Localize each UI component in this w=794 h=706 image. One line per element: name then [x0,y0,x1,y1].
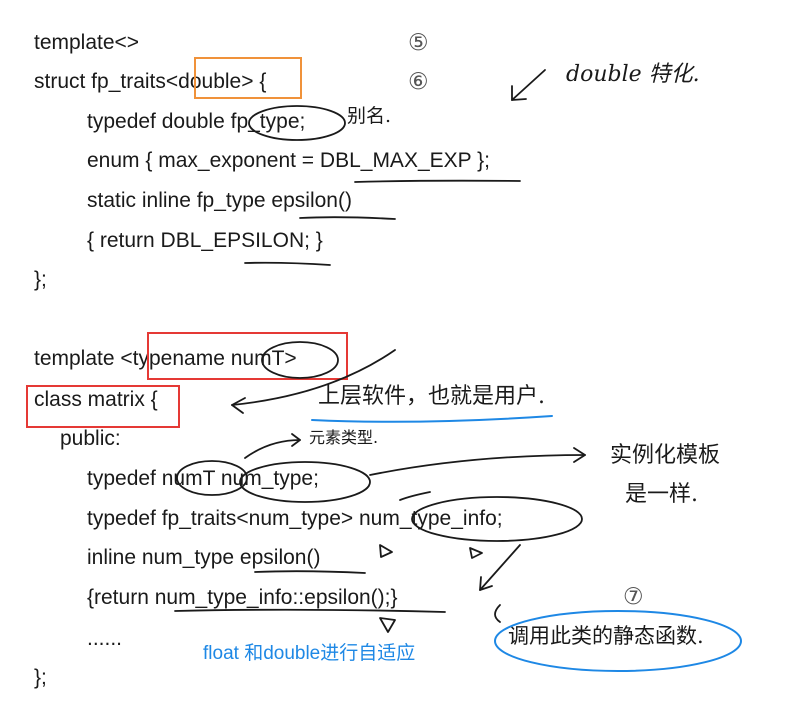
code-line-typedef-num-type-info: typedef fp_traits<num_type> num_type_inf… [87,507,503,530]
annotated-code-snippet: template<> struct fp_traits<double> { ty… [0,0,794,706]
ink-arrow-down-epsilon-head [479,576,493,591]
ink-arrow-down-epsilon [479,544,521,591]
orange-highlight-box [194,57,302,99]
code-line-enum-max-exponent: enum { max_exponent = DBL_MAX_EXP }; [87,149,490,172]
red-highlight-box-class-matrix [26,385,180,428]
ink-underline-dbl-epsilon [244,261,331,266]
red-highlight-box-typename [147,332,348,380]
ink-arrow-instantiate-head [573,447,586,463]
handwritten-note-call-static-function: 调用此类的静态函数. [508,624,704,648]
ink-arrow-typeinfo-left [399,491,431,501]
code-line-public: public: [60,427,121,450]
handwritten-note-element-type: 元素类型. [309,428,379,447]
code-line-struct-close: }; [34,268,47,291]
ink-underline-return-epsilon [174,608,446,613]
ink-underline-epsilon [299,216,396,220]
code-line-typedef-fp-type: typedef double fp_type; [87,110,306,133]
ink-arrow-double-special-head [511,85,527,101]
ink-arrow-double-special [511,69,546,101]
ink-arrow-element-type [244,439,301,459]
ink-arrow-instantiate [369,454,586,476]
step-marker-6: ⑥ [408,69,429,95]
code-template-keyword: template [34,347,121,370]
ink-underline-inline-epsilon [254,570,366,574]
code-line-class-close: }; [34,666,47,689]
ink-blue-underline-upper-software [311,415,553,423]
step-marker-7: ⑦ [623,584,644,610]
handwritten-note-alias: 别名. [347,105,392,127]
ink-triangle-mark-1 [379,544,393,558]
ink-underline-dbl-max-exp [354,179,521,183]
code-line-static-epsilon: static inline fp_type epsilon() [87,189,352,212]
code-line-return-dbl-epsilon: { return DBL_EPSILON; } [87,229,323,252]
code-line-return-num-type-info-epsilon: {return num_type_info::epsilon();} [87,586,398,609]
adaptive-note: float 和double进行自适应 [203,643,416,664]
handwritten-note-instantiate-template: 实例化模板 [610,443,721,468]
step-marker-5: ⑤ [408,30,429,56]
ink-hook-stroke [494,604,501,623]
ink-triangle-mark-3 [379,617,396,633]
ink-arrow-to-class-matrix-head [231,397,246,414]
handwritten-note-double-specialization: double 特化. [566,62,700,87]
ink-arrow-element-type-head [291,433,301,447]
ink-triangle-mark-2 [469,547,483,559]
handwritten-note-same-as: 是一样. [625,482,698,507]
code-line-template-specialization: template<> [34,31,140,54]
code-line-typedef-num-type: typedef numT num_type; [87,467,319,490]
handwritten-note-upper-software: 上层软件，也就是用户. [318,384,545,409]
code-struct-name: struct fp_traits [34,70,166,93]
code-line-inline-epsilon: inline num_type epsilon() [87,546,321,569]
code-line-ellipsis: ...... [87,627,123,650]
